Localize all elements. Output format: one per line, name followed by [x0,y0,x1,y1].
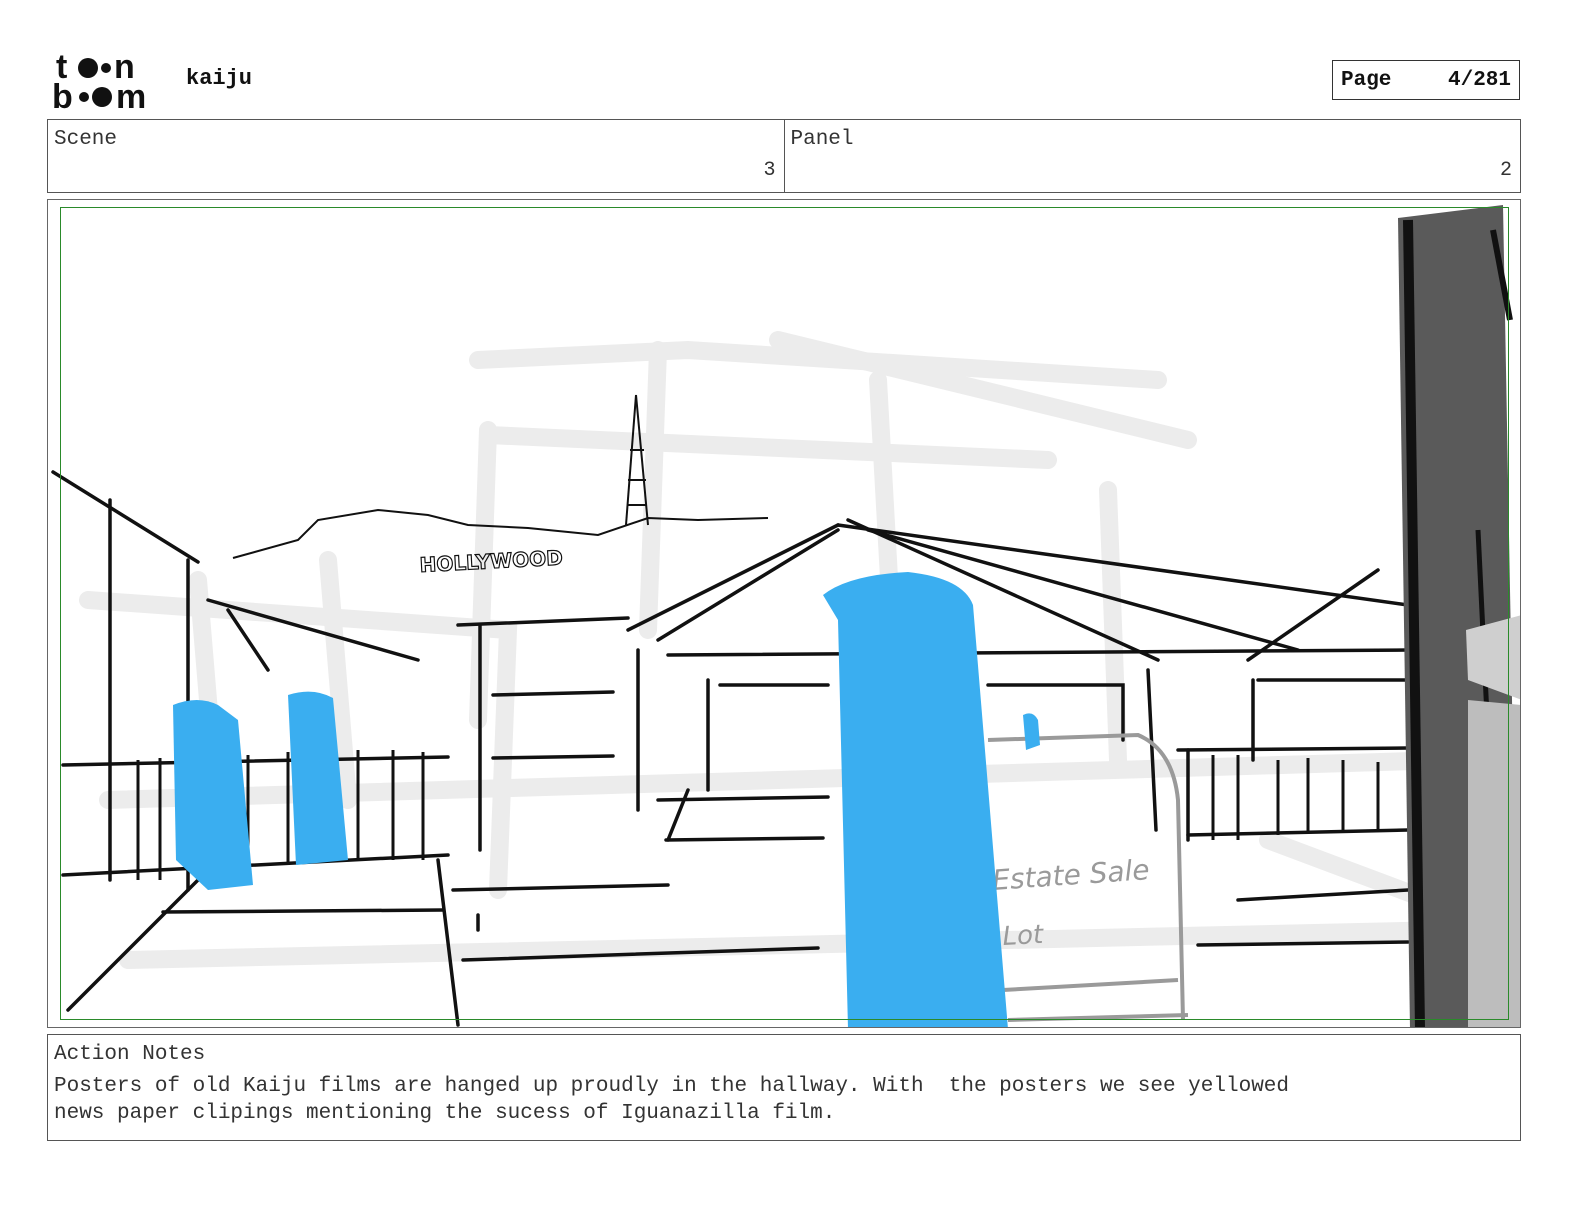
page-indicator: Page 4/281 [1332,60,1520,100]
action-notes-text: Posters of old Kaiju films are hanged up… [54,1075,1290,1125]
panel-number: 2 [1499,159,1512,182]
figure-left [173,700,253,890]
figure-small [1023,713,1040,750]
action-notes-label: Action Notes [54,1043,206,1066]
panel-label: Panel [790,128,854,151]
toon-boom-logo: t n b m [52,50,164,112]
scene-number: 3 [763,159,776,182]
panel-cell: Panel 2 [783,120,1521,192]
scene-cell: Scene 3 [48,120,784,192]
scene-label: Scene [54,128,118,151]
storyboard-panel: HOLLYWOOD Estate Sale Lot [47,199,1521,1028]
project-title: kaiju [186,66,253,91]
action-notes: Action Notes Posters of old Kaiju films … [47,1034,1521,1141]
hollywood-sign: HOLLYWOOD [419,546,563,577]
figure-center [823,572,1008,1027]
svg-text:m: m [116,78,146,112]
svg-text:Estate Sale: Estate Sale [991,853,1150,897]
page-number: 4/281 [1447,68,1511,92]
svg-text:b: b [52,78,73,112]
scene-panel-info: Scene 3 Panel 2 [47,119,1521,193]
page-label: Page [1341,68,1392,92]
svg-text:Lot: Lot [1002,920,1045,952]
panel-sketch: HOLLYWOOD Estate Sale Lot [51,205,1520,1027]
foreground-pillar [1398,205,1520,1027]
